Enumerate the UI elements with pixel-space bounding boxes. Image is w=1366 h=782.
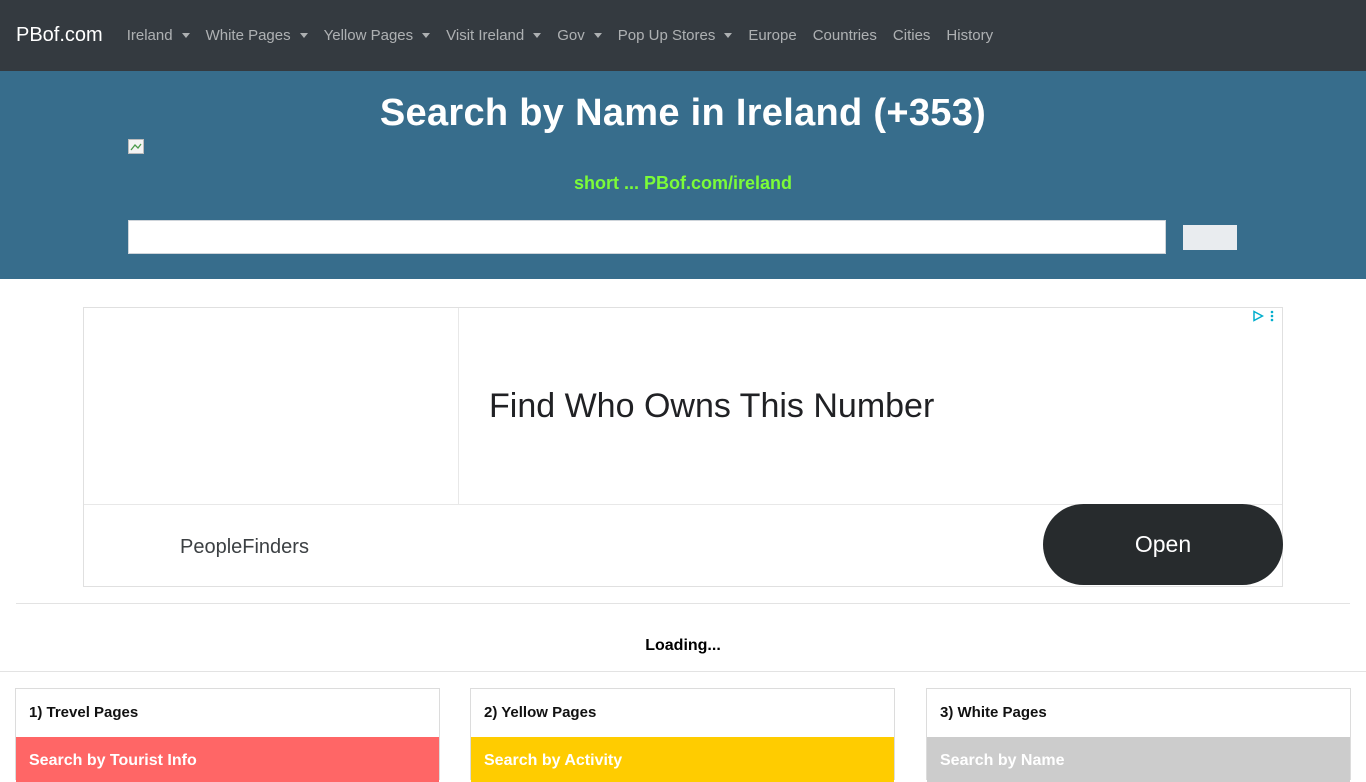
nav-item-white-pages[interactable]: White Pages <box>198 27 316 44</box>
caret-down-icon <box>422 33 431 38</box>
nav-item-label: History <box>946 27 994 44</box>
nav-item-label: Ireland <box>126 27 173 44</box>
nav-item-cities[interactable]: Cities <box>885 27 939 44</box>
nav-item-label: Visit Ireland <box>446 27 525 44</box>
category-card: 2) Yellow Pages Search by Activity <box>470 688 895 782</box>
nav-item-label: Yellow Pages <box>323 27 414 44</box>
ad-image-area <box>84 308 459 504</box>
ad-choices-play-icon <box>1253 310 1264 322</box>
nav-item-yellow-pages[interactable]: Yellow Pages <box>316 27 439 44</box>
nav-item-label: White Pages <box>205 27 291 44</box>
card-link[interactable]: Search by Activity <box>471 737 894 782</box>
caret-down-icon <box>593 33 602 38</box>
nav-item-label: Cities <box>892 27 931 44</box>
divider <box>16 603 1350 604</box>
search-button[interactable] <box>1183 225 1237 250</box>
nav-item-label: Countries <box>812 27 877 44</box>
category-card: 3) White Pages Search by Name <box>926 688 1351 782</box>
divider <box>0 671 1366 672</box>
caret-down-icon <box>181 33 190 38</box>
nav-item-history[interactable]: History <box>938 27 1001 44</box>
kebab-menu-icon[interactable] <box>1270 310 1274 322</box>
hero-search-section: Search by Name in Ireland (+353) short .… <box>0 71 1366 279</box>
nav-menu: Ireland White Pages Yellow Pages Visit Irel… <box>119 27 1001 44</box>
nav-item-visit-ireland[interactable]: Visit Ireland <box>438 27 549 44</box>
nav-item-gov[interactable]: Gov <box>549 27 610 44</box>
advertisement[interactable]: Find Who Owns This Number PeopleFinders … <box>83 307 1283 587</box>
page-title: Search by Name in Ireland (+353) <box>379 92 987 134</box>
ad-headline[interactable]: Find Who Owns This Number <box>489 387 934 426</box>
caret-down-icon <box>724 33 733 38</box>
ad-open-button[interactable]: Open <box>1043 504 1283 585</box>
nav-item-ireland[interactable]: Ireland <box>119 27 198 44</box>
card-header: 1) Trevel Pages <box>29 704 139 721</box>
nav-item-pop-up-stores[interactable]: Pop Up Stores <box>610 27 741 44</box>
category-card: 1) Trevel Pages Search by Tourist Info <box>15 688 440 782</box>
card-link[interactable]: Search by Name <box>927 737 1350 782</box>
top-navbar: PBof.com Ireland White Pages Yellow Pages V… <box>0 0 1366 71</box>
card-link[interactable]: Search by Tourist Info <box>16 737 439 782</box>
nav-item-countries[interactable]: Countries <box>805 27 885 44</box>
ad-advertiser-name[interactable]: PeopleFinders <box>180 536 309 559</box>
nav-item-label: Pop Up Stores <box>617 27 716 44</box>
search-input[interactable] <box>128 220 1166 254</box>
broken-image-icon <box>128 139 144 154</box>
ad-choices[interactable] <box>1252 310 1274 322</box>
nav-item-label: Europe <box>748 27 797 44</box>
nav-item-label: Gov <box>557 27 585 44</box>
caret-down-icon <box>533 33 542 38</box>
loading-text: Loading... <box>645 637 721 654</box>
card-header: 2) Yellow Pages <box>484 704 597 721</box>
caret-down-icon <box>299 33 308 38</box>
brand-link[interactable]: PBof.com <box>16 24 103 47</box>
card-header: 3) White Pages <box>940 704 1047 721</box>
nav-item-europe[interactable]: Europe <box>740 27 804 44</box>
short-url-link[interactable]: short ... PBof.com/ireland <box>0 173 1366 194</box>
